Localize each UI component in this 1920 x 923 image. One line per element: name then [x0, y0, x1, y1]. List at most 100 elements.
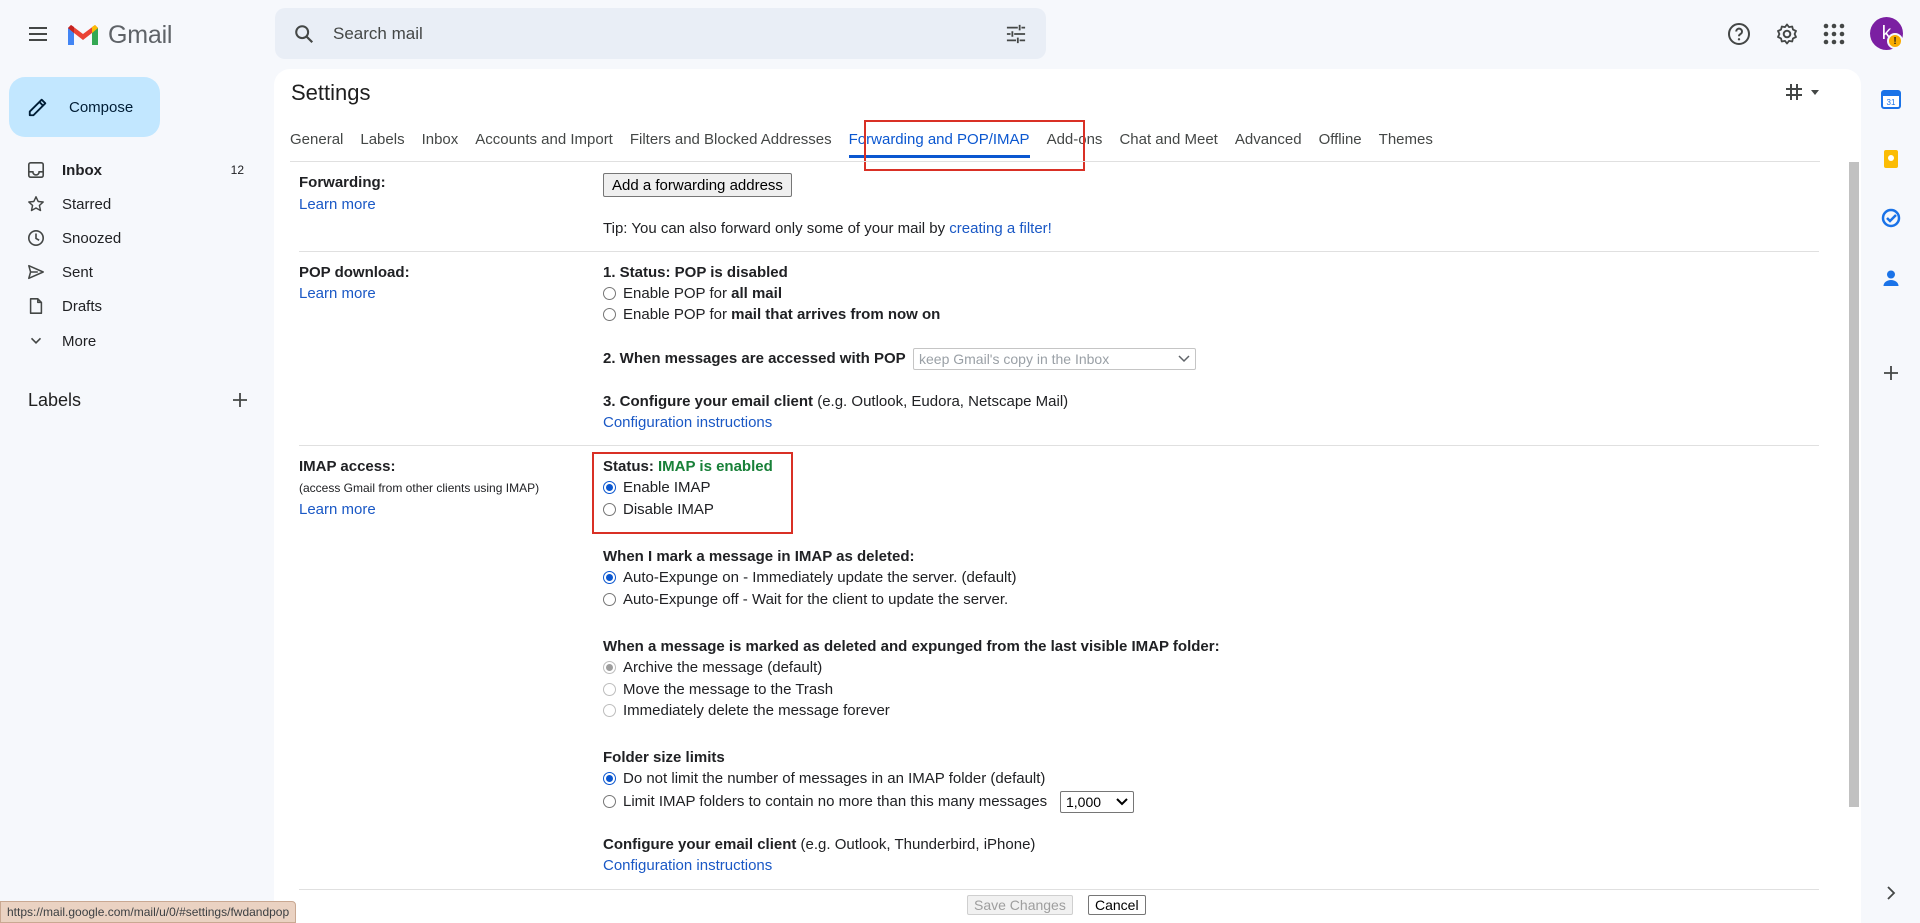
option-text: Limit IMAP folders to contain no more th…: [623, 793, 1048, 810]
add-label-icon[interactable]: [232, 392, 248, 408]
draft-icon: [27, 297, 61, 315]
search-options-icon[interactable]: [986, 24, 1046, 44]
radio-button[interactable]: [603, 308, 616, 321]
imap-learn-more-link[interactable]: Learn more: [299, 501, 376, 518]
keep-app-icon[interactable]: [1874, 142, 1908, 176]
auto-expunge-on-option[interactable]: Auto-Expunge on - Immediately update the…: [603, 567, 1017, 588]
radio-button[interactable]: [603, 571, 616, 584]
input-tools-toggle[interactable]: [1784, 82, 1820, 102]
select-value: 1,000: [1066, 794, 1102, 810]
pop-status: 1. Status: POP is disabled: [603, 264, 788, 281]
inbox-icon: [27, 161, 61, 179]
folder-limit-select[interactable]: 1,000: [1060, 791, 1134, 813]
chevron-down-icon: [1178, 355, 1190, 363]
auto-expunge-off-option[interactable]: Auto-Expunge off - Wait for the client t…: [603, 589, 1008, 610]
imap-access-sublabel: (access Gmail from other clients using I…: [299, 481, 540, 495]
nav-item-drafts[interactable]: Drafts: [0, 289, 256, 323]
nav-item-more[interactable]: More: [0, 324, 256, 358]
search-bar[interactable]: Search mail: [275, 8, 1046, 59]
radio-button[interactable]: [603, 704, 616, 717]
option-text: Move the message to the Trash: [623, 681, 834, 698]
pop-configure-client: 3. Configure your email client (e.g. Out…: [603, 393, 1069, 410]
forwarding-label: Forwarding:: [299, 174, 386, 191]
tab-themes[interactable]: Themes: [1379, 131, 1433, 158]
imap-configure-client: Configure your email client (e.g. Outloo…: [603, 836, 1036, 853]
limit-folder-option[interactable]: Limit IMAP folders to contain no more th…: [603, 791, 1047, 812]
calendar-app-icon[interactable]: 31: [1874, 82, 1908, 116]
caret-down-icon: [1811, 90, 1819, 95]
svg-text:31: 31: [1887, 98, 1896, 107]
pop-learn-more-link[interactable]: Learn more: [299, 285, 376, 302]
apps-button[interactable]: [1814, 14, 1854, 54]
pop-copy-select[interactable]: keep Gmail's copy in the Inbox: [913, 348, 1196, 370]
tab-offline[interactable]: Offline: [1319, 131, 1362, 158]
settings-button[interactable]: [1767, 14, 1807, 54]
tab-inbox[interactable]: Inbox: [422, 131, 459, 158]
nav-item-sent[interactable]: Sent: [0, 255, 256, 289]
tasks-app-icon[interactable]: [1874, 201, 1908, 235]
nav-item-inbox[interactable]: Inbox 12: [0, 153, 256, 187]
imap-expunged-heading: When a message is marked as deleted and …: [603, 638, 1220, 655]
no-folder-limit-option[interactable]: Do not limit the number of messages in a…: [603, 768, 1045, 789]
section-divider: [299, 889, 1819, 890]
hamburger-icon: [29, 27, 47, 41]
pop-access-question: 2. When messages are accessed with POP: [603, 350, 906, 367]
option-text: Auto-Expunge off - Wait for the client t…: [623, 591, 1009, 608]
archive-message-option[interactable]: Archive the message (default): [603, 657, 822, 678]
nav-label: Drafts: [62, 297, 103, 315]
radio-button[interactable]: [603, 661, 616, 674]
tab-accounts[interactable]: Accounts and Import: [475, 131, 613, 158]
pop-config-instructions-link[interactable]: Configuration instructions: [603, 414, 772, 431]
forwarding-learn-more-link[interactable]: Learn more: [299, 196, 376, 213]
radio-button[interactable]: [603, 593, 616, 606]
option-text: Archive the message (default): [623, 659, 823, 676]
imap-status-highlight: [592, 452, 793, 534]
search-input[interactable]: Search mail: [333, 24, 986, 44]
pencil-icon: [28, 98, 47, 117]
radio-button[interactable]: [603, 795, 616, 808]
radio-button[interactable]: [603, 287, 616, 300]
search-icon[interactable]: [275, 23, 333, 45]
compose-button[interactable]: Compose: [9, 77, 160, 137]
input-tools-icon: [1786, 84, 1802, 100]
nav-label: More: [62, 332, 97, 350]
add-forwarding-address-button[interactable]: Add a forwarding address: [603, 173, 792, 197]
status-bar-url: https://mail.google.com/mail/u/0/#settin…: [0, 901, 297, 923]
cancel-button[interactable]: Cancel: [1088, 895, 1146, 915]
tab-general[interactable]: General: [290, 131, 343, 158]
pop-enable-new-option[interactable]: Enable POP for mail that arrives from no…: [603, 304, 940, 325]
tab-chat-meet[interactable]: Chat and Meet: [1119, 131, 1217, 158]
radio-button[interactable]: [603, 683, 616, 696]
nav-item-starred[interactable]: Starred: [0, 187, 256, 221]
create-filter-link[interactable]: creating a filter!: [949, 220, 1052, 237]
nav-item-snoozed[interactable]: Snoozed: [0, 221, 256, 255]
delete-forever-option[interactable]: Immediately delete the message forever: [603, 700, 890, 721]
chevron-right-icon[interactable]: [1874, 876, 1908, 910]
nav-label: Starred: [62, 195, 112, 213]
apps-grid-icon: [1823, 23, 1845, 45]
select-value: keep Gmail's copy in the Inbox: [919, 351, 1110, 367]
imap-config-instructions-link[interactable]: Configuration instructions: [603, 857, 772, 874]
inbox-count: 12: [230, 163, 244, 177]
send-icon: [27, 263, 61, 281]
move-to-trash-option[interactable]: Move the message to the Trash: [603, 679, 833, 700]
labels-heading: Labels: [28, 389, 82, 410]
chevron-down-icon: [27, 332, 61, 350]
support-button[interactable]: [1719, 14, 1759, 54]
tab-advanced[interactable]: Advanced: [1235, 131, 1302, 158]
tab-labels[interactable]: Labels: [360, 131, 404, 158]
tip-text: Tip: You can also forward only some of y…: [603, 220, 950, 237]
radio-button[interactable]: [603, 772, 616, 785]
active-tab-highlight: [864, 120, 1085, 171]
save-changes-button[interactable]: Save Changes: [967, 895, 1073, 915]
scrollbar[interactable]: [1849, 162, 1859, 807]
star-icon: [27, 195, 61, 213]
pop-enable-all-option[interactable]: Enable POP for all mail: [603, 283, 782, 304]
add-app-icon[interactable]: [1874, 356, 1908, 390]
forwarding-tip: Tip: You can also forward only some of y…: [603, 220, 1052, 237]
section-divider: [299, 251, 1819, 252]
gmail-logo[interactable]: Gmail: [66, 18, 172, 52]
tab-filters[interactable]: Filters and Blocked Addresses: [630, 131, 832, 158]
main-menu-button[interactable]: [16, 14, 60, 54]
contacts-app-icon[interactable]: [1874, 261, 1908, 295]
